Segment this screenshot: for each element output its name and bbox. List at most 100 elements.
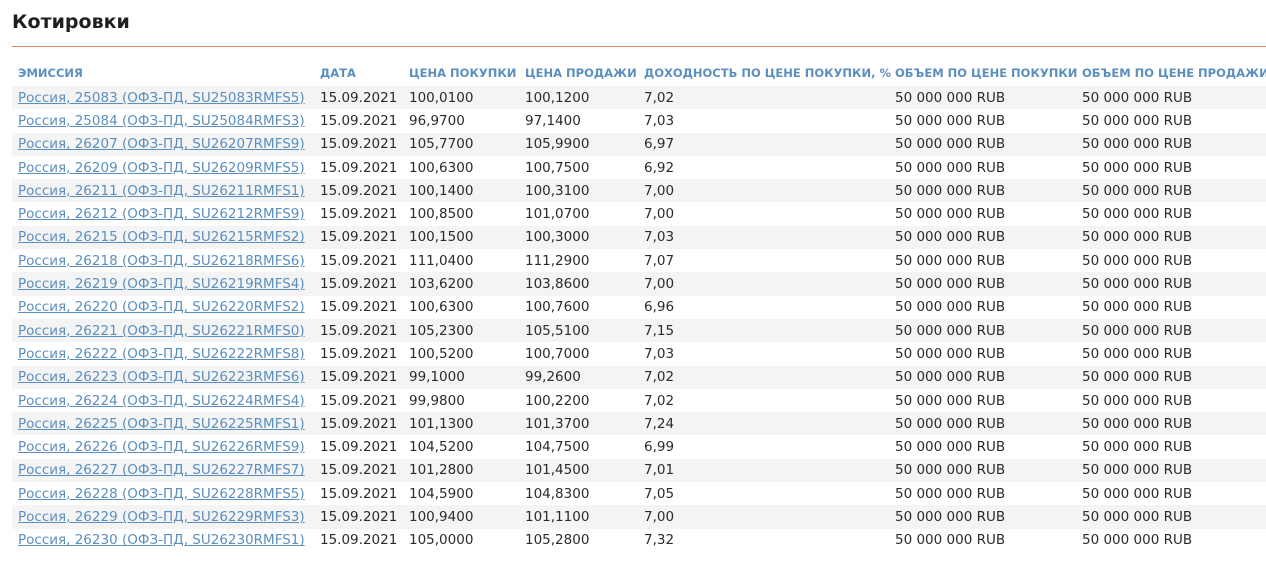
emission-link[interactable]: Россия, 25084 (ОФЗ-ПД, SU25084RMFS3): [18, 113, 305, 129]
cell-bid-price: 100,6300: [403, 295, 519, 319]
table-row: Россия, 26209 (ОФЗ-ПД, SU26209RMFS5) 15.0…: [12, 155, 1266, 180]
cell-ask-volume: 50 000 000 RUB: [1076, 482, 1266, 506]
cell-date: 15.09.2021: [314, 412, 403, 436]
cell-bid-volume: 50 000 000 RUB: [889, 342, 1076, 366]
cell-emission: Россия, 25084 (ОФЗ-ПД, SU25084RMFS3): [12, 109, 314, 133]
table-row: Россия, 26212 (ОФЗ-ПД, SU26212RMFS9) 15.0…: [12, 202, 1266, 226]
emission-link[interactable]: Россия, 26221 (ОФЗ-ПД, SU26221RMFS0): [18, 323, 305, 339]
cell-date: 15.09.2021: [314, 132, 403, 156]
cell-yield: 7,07: [638, 249, 889, 273]
cell-ask-volume: 50 000 000 RUB: [1076, 132, 1266, 156]
cell-yield: 6,97: [638, 132, 889, 156]
cell-bid-price: 96,9700: [403, 109, 519, 133]
cell-ask-price: 101,0700: [519, 202, 638, 226]
table-row: Россия, 26219 (ОФЗ-ПД, SU26219RMFS4) 15.0…: [12, 272, 1266, 296]
cell-ask-volume: 50 000 000 RUB: [1076, 202, 1266, 226]
cell-date: 15.09.2021: [314, 155, 403, 180]
cell-yield: 7,24: [638, 412, 889, 436]
cell-emission: Россия, 25083 (ОФЗ-ПД, SU25083RMFS5): [12, 86, 314, 110]
column-header-yield: ДОХОДНОСТЬ ПО ЦЕНЕ ПОКУПКИ, %: [644, 66, 891, 80]
column-header-date: ДАТА: [320, 66, 356, 80]
cell-yield: 6,96: [638, 295, 889, 319]
emission-link[interactable]: Россия, 26229 (ОФЗ-ПД, SU26229RMFS3): [18, 509, 305, 525]
cell-ask-price: 100,1200: [519, 86, 638, 110]
cell-bid-volume: 50 000 000 RUB: [889, 482, 1076, 506]
cell-bid-volume: 50 000 000 RUB: [889, 435, 1076, 459]
cell-ask-volume: 50 000 000 RUB: [1076, 155, 1266, 180]
emission-link[interactable]: Россия, 26207 (ОФЗ-ПД, SU26207RMFS9): [18, 136, 305, 152]
cell-bid-price: 100,9400: [403, 505, 519, 529]
emission-link[interactable]: Россия, 26222 (ОФЗ-ПД, SU26222RMFS8): [18, 346, 305, 362]
cell-bid-price: 100,1400: [403, 179, 519, 203]
emission-link[interactable]: Россия, 26230 (ОФЗ-ПД, SU26230RMFS1): [18, 532, 305, 548]
cell-bid-price: 105,0000: [403, 528, 519, 552]
cell-ask-volume: 50 000 000 RUB: [1076, 365, 1266, 389]
emission-link[interactable]: Россия, 26225 (ОФЗ-ПД, SU26225RMFS1): [18, 416, 305, 432]
table-row: Россия, 26215 (ОФЗ-ПД, SU26215RMFS2) 15.0…: [12, 225, 1266, 250]
column-header-ask-price: ЦЕНА ПРОДАЖИ: [525, 66, 637, 80]
cell-ask-volume: 50 000 000 RUB: [1076, 412, 1266, 436]
cell-ask-price: 104,8300: [519, 482, 638, 506]
emission-link[interactable]: Россия, 26228 (ОФЗ-ПД, SU26228RMFS5): [18, 486, 305, 502]
cell-emission: Россия, 26211 (ОФЗ-ПД, SU26211RMFS1): [12, 179, 314, 203]
cell-bid-volume: 50 000 000 RUB: [889, 505, 1076, 529]
cell-ask-volume: 50 000 000 RUB: [1076, 295, 1266, 319]
cell-date: 15.09.2021: [314, 249, 403, 273]
emission-link[interactable]: Россия, 25083 (ОФЗ-ПД, SU25083RMFS5): [18, 90, 305, 106]
cell-bid-price: 99,9800: [403, 388, 519, 413]
cell-bid-volume: 50 000 000 RUB: [889, 412, 1076, 436]
cell-bid-price: 104,5200: [403, 435, 519, 459]
cell-yield: 7,01: [638, 458, 889, 483]
emission-link[interactable]: Россия, 26212 (ОФЗ-ПД, SU26212RMFS9): [18, 206, 305, 222]
cell-ask-price: 100,7600: [519, 295, 638, 319]
cell-bid-volume: 50 000 000 RUB: [889, 132, 1076, 156]
cell-date: 15.09.2021: [314, 528, 403, 552]
emission-link[interactable]: Россия, 26211 (ОФЗ-ПД, SU26211RMFS1): [18, 183, 305, 199]
emission-link[interactable]: Россия, 26219 (ОФЗ-ПД, SU26219RMFS4): [18, 276, 305, 292]
emission-link[interactable]: Россия, 26215 (ОФЗ-ПД, SU26215RMFS2): [18, 229, 305, 245]
emission-link[interactable]: Россия, 26218 (ОФЗ-ПД, SU26218RMFS6): [18, 253, 305, 269]
cell-emission: Россия, 26225 (ОФЗ-ПД, SU26225RMFS1): [12, 412, 314, 436]
emission-link[interactable]: Россия, 26220 (ОФЗ-ПД, SU26220RMFS2): [18, 299, 305, 315]
cell-emission: Россия, 26223 (ОФЗ-ПД, SU26223RMFS6): [12, 365, 314, 389]
cell-yield: 7,00: [638, 272, 889, 296]
cell-date: 15.09.2021: [314, 202, 403, 226]
cell-date: 15.09.2021: [314, 272, 403, 296]
cell-yield: 7,02: [638, 365, 889, 389]
cell-yield: 7,00: [638, 202, 889, 226]
cell-date: 15.09.2021: [314, 179, 403, 203]
emission-link[interactable]: Россия, 26223 (ОФЗ-ПД, SU26223RMFS6): [18, 369, 305, 385]
cell-ask-price: 101,4500: [519, 458, 638, 483]
cell-emission: Россия, 26215 (ОФЗ-ПД, SU26215RMFS2): [12, 225, 314, 250]
emission-link[interactable]: Россия, 26227 (ОФЗ-ПД, SU26227RMFS7): [18, 462, 305, 478]
cell-ask-volume: 50 000 000 RUB: [1076, 249, 1266, 273]
cell-ask-volume: 50 000 000 RUB: [1076, 86, 1266, 110]
column-header-emission: ЭМИССИЯ: [18, 66, 83, 80]
emission-link[interactable]: Россия, 26224 (ОФЗ-ПД, SU26224RMFS4): [18, 393, 305, 409]
cell-emission: Россия, 26219 (ОФЗ-ПД, SU26219RMFS4): [12, 272, 314, 296]
cell-date: 15.09.2021: [314, 482, 403, 506]
cell-bid-volume: 50 000 000 RUB: [889, 109, 1076, 133]
cell-ask-volume: 50 000 000 RUB: [1076, 388, 1266, 413]
cell-date: 15.09.2021: [314, 86, 403, 110]
cell-ask-price: 100,7000: [519, 342, 638, 366]
cell-date: 15.09.2021: [314, 318, 403, 343]
cell-yield: 7,00: [638, 179, 889, 203]
cell-bid-price: 100,0100: [403, 86, 519, 110]
emission-link[interactable]: Россия, 26209 (ОФЗ-ПД, SU26209RMFS5): [18, 160, 305, 176]
cell-ask-price: 111,2900: [519, 249, 638, 273]
cell-bid-price: 99,1000: [403, 365, 519, 389]
emission-link[interactable]: Россия, 26226 (ОФЗ-ПД, SU26226RMFS9): [18, 439, 305, 455]
page-title: Котировки: [12, 11, 130, 33]
cell-ask-volume: 50 000 000 RUB: [1076, 342, 1266, 366]
table-row: Россия, 26228 (ОФЗ-ПД, SU26228RMFS5) 15.0…: [12, 482, 1266, 506]
quotes-table-header: ЭМИССИЯ ДАТА ЦЕНА ПОКУПКИ ЦЕНА ПРОДАЖИ Д…: [12, 60, 1266, 86]
cell-bid-volume: 50 000 000 RUB: [889, 365, 1076, 389]
cell-yield: 7,03: [638, 342, 889, 366]
cell-date: 15.09.2021: [314, 435, 403, 459]
table-row: Россия, 25084 (ОФЗ-ПД, SU25084RMFS3) 15.0…: [12, 109, 1266, 133]
cell-bid-volume: 50 000 000 RUB: [889, 249, 1076, 273]
cell-emission: Россия, 26226 (ОФЗ-ПД, SU26226RMFS9): [12, 435, 314, 459]
cell-yield: 7,00: [638, 505, 889, 529]
table-row: Россия, 26230 (ОФЗ-ПД, SU26230RMFS1) 15.0…: [12, 528, 1266, 552]
